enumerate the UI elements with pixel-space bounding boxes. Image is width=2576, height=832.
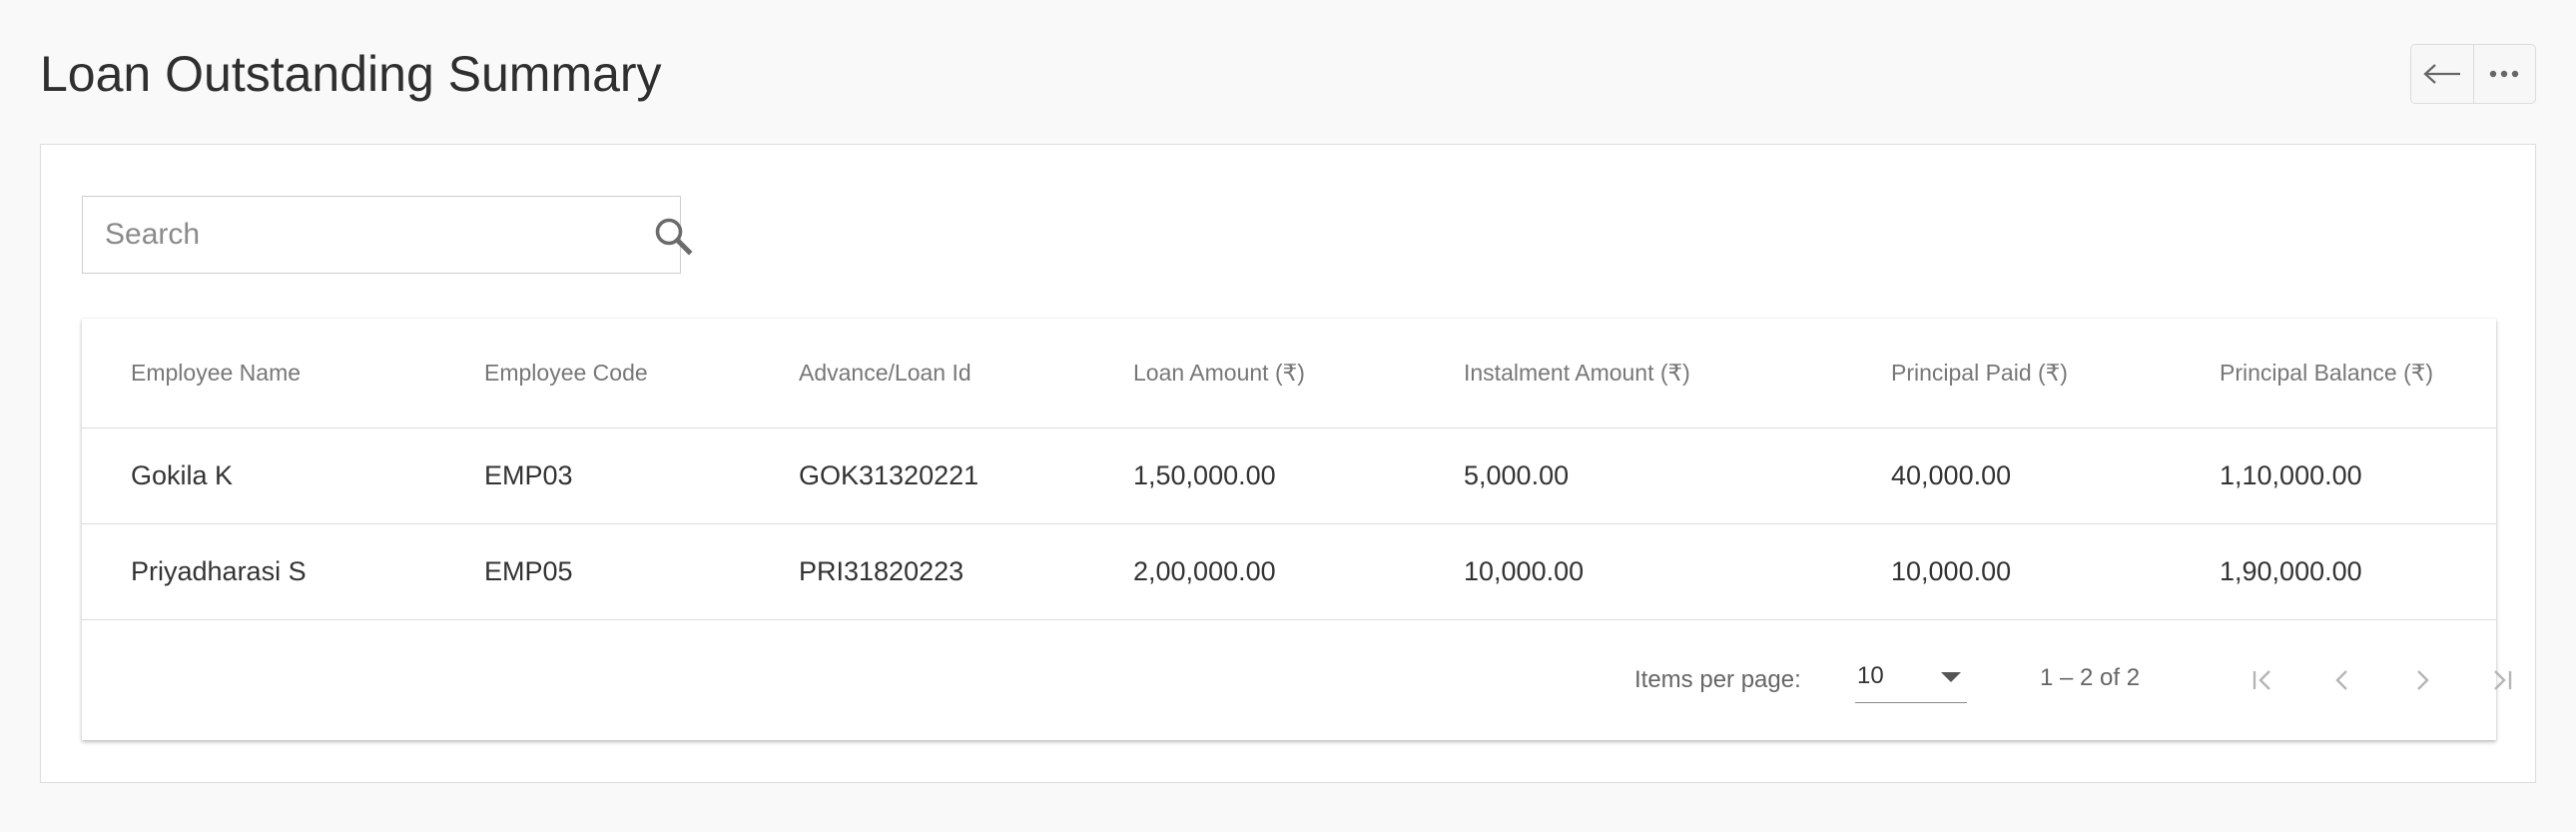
- cell-loan-id: GOK31320221: [799, 460, 979, 490]
- table-row[interactable]: Gokila K EMP03 GOK31320221 1,50,000.00 5…: [82, 428, 2496, 524]
- more-horizontal-icon: [2490, 70, 2519, 78]
- cell-instalment-amount: 5,000.00: [1464, 460, 1570, 490]
- next-page-icon: [2417, 670, 2429, 690]
- cell-employee-name: Priyadharasi S: [131, 556, 307, 586]
- cell-loan-amount: 2,00,000.00: [1133, 556, 1276, 586]
- cell-principal-balance: 1,10,000.00: [2220, 460, 2362, 490]
- column-header-loan-amount[interactable]: Loan Amount (₹): [1133, 319, 1305, 427]
- chevron-down-icon: [1941, 672, 1961, 682]
- column-header-employee-name[interactable]: Employee Name: [131, 319, 301, 427]
- loan-table: Employee Name Employee Code Advance/Loan…: [82, 319, 2512, 740]
- cell-employee-code: EMP05: [484, 556, 573, 586]
- last-page-icon: [2494, 670, 2512, 690]
- first-page-icon: [2253, 670, 2270, 690]
- back-button[interactable]: [2411, 45, 2473, 103]
- header-actions: [2410, 44, 2536, 104]
- page: Loan Outstanding Summary Search Employee…: [0, 0, 2576, 832]
- items-per-page-select[interactable]: 10: [1855, 658, 1967, 703]
- column-header-loan-id[interactable]: Advance/Loan Id: [799, 319, 971, 427]
- column-header-principal-paid[interactable]: Principal Paid (₹): [1891, 319, 2068, 427]
- more-options-button[interactable]: [2472, 45, 2536, 103]
- cell-principal-paid: 10,000.00: [1891, 556, 2012, 586]
- search-box: [82, 196, 693, 274]
- last-page-button[interactable]: [2481, 660, 2521, 700]
- cell-principal-paid: 40,000.00: [1891, 460, 2012, 490]
- table-header: Employee Name Employee Code Advance/Loan…: [82, 319, 2496, 428]
- table-row[interactable]: Priyadharasi S EMP05 PRI31820223 2,00,00…: [82, 524, 2496, 620]
- range-label: 1 – 2 of 2: [2040, 664, 2141, 691]
- paginator: Items per page: 10 1 – 2 of 2: [82, 620, 2512, 740]
- column-header-employee-code[interactable]: Employee Code: [484, 319, 648, 427]
- next-page-button[interactable]: [2402, 660, 2442, 700]
- cell-employee-name: Gokila K: [131, 460, 234, 490]
- content-card: Employee Name Employee Code Advance/Loan…: [40, 144, 2536, 783]
- cell-loan-id: PRI31820223: [799, 556, 965, 586]
- arrow-left-icon: [2423, 64, 2460, 84]
- search-input[interactable]: [105, 197, 584, 273]
- previous-page-button[interactable]: [2322, 660, 2362, 700]
- cell-instalment-amount: 10,000.00: [1464, 556, 1585, 586]
- items-per-page-value: 10: [1857, 662, 1884, 689]
- first-page-button[interactable]: [2244, 660, 2283, 700]
- search-icon[interactable]: [652, 215, 694, 257]
- items-per-page-label: Items per page:: [1634, 666, 1801, 693]
- column-header-principal-balance[interactable]: Principal Balance (₹): [2220, 319, 2433, 427]
- page-title: Loan Outstanding Summary: [40, 46, 662, 102]
- previous-page-icon: [2335, 670, 2347, 690]
- cell-loan-amount: 1,50,000.00: [1133, 460, 1276, 490]
- cell-employee-code: EMP03: [484, 460, 573, 490]
- column-header-instalment-amount[interactable]: Instalment Amount (₹): [1464, 319, 1690, 427]
- cell-principal-balance: 1,90,000.00: [2220, 556, 2362, 586]
